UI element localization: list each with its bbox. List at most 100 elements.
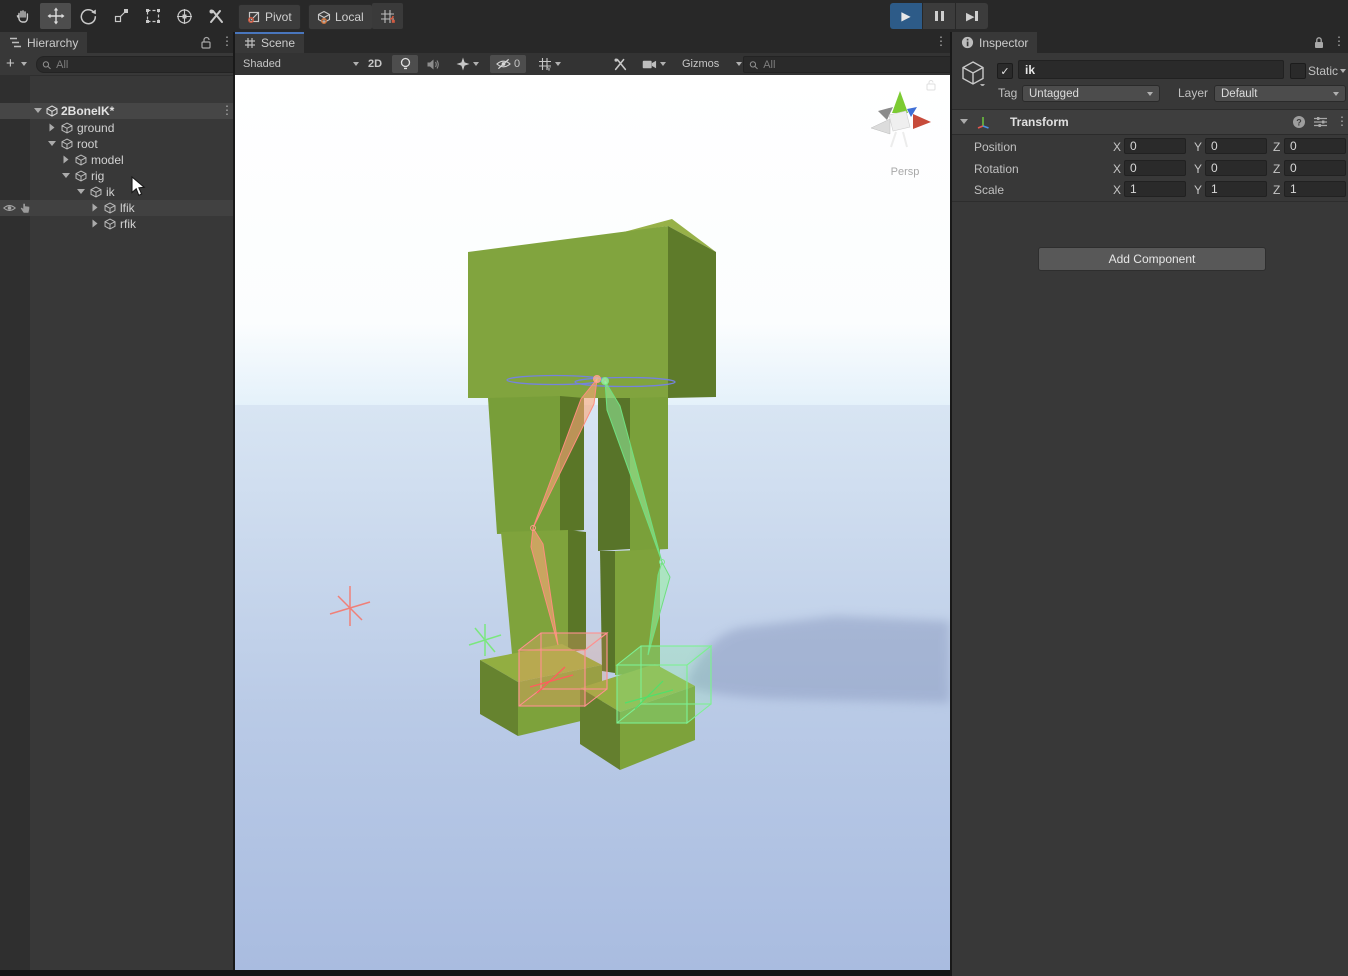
static-checkbox[interactable]: [1290, 63, 1306, 79]
foldout-icon[interactable]: [77, 189, 85, 194]
active-checkbox[interactable]: ✓: [997, 63, 1013, 79]
hierarchy-item-ik[interactable]: ik: [0, 184, 233, 200]
scene-tools-button[interactable]: [607, 55, 633, 73]
rect-tool-button[interactable]: [137, 3, 168, 29]
lock-icon[interactable]: [1313, 36, 1325, 49]
transform-tool-icon: [176, 8, 193, 25]
scene-search-field[interactable]: [743, 56, 955, 73]
hidden-objects-button[interactable]: 0: [490, 55, 526, 73]
transform-menu-button[interactable]: ⋮: [1336, 116, 1348, 126]
presets-icon[interactable]: [1314, 116, 1327, 128]
help-icon[interactable]: ?: [1292, 115, 1306, 129]
scene-camera-button[interactable]: [635, 55, 673, 73]
scale-x-field[interactable]: 1: [1124, 181, 1186, 197]
scene-viewport[interactable]: Persp: [235, 75, 950, 971]
transform-tool-button[interactable]: [169, 3, 200, 29]
tab-hierarchy[interactable]: Hierarchy: [0, 32, 87, 53]
hand-tool-icon: [15, 8, 31, 24]
position-z-field[interactable]: 0: [1284, 138, 1346, 154]
grid-snap-button[interactable]: [372, 3, 403, 29]
shading-mode-dropdown[interactable]: Shaded: [237, 55, 365, 73]
foldout-icon[interactable]: [48, 141, 56, 146]
projection-mode-label[interactable]: Persp: [891, 166, 920, 178]
rotation-x-field[interactable]: 0: [1124, 160, 1186, 176]
rect-tool-icon: [145, 8, 161, 24]
hierarchy-item-rig[interactable]: rig: [0, 168, 233, 184]
transform-icon: [976, 115, 990, 129]
active-tab-accent: [235, 32, 304, 34]
position-x-field[interactable]: 0: [1124, 138, 1186, 154]
foldout-icon[interactable]: [93, 220, 98, 228]
transform-foldout[interactable]: [960, 119, 968, 124]
tab-scene[interactable]: Scene: [235, 32, 304, 53]
gameobject-cube-icon[interactable]: [960, 60, 986, 86]
hierarchy-item-root[interactable]: root: [0, 136, 233, 152]
hierarchy-item-model[interactable]: model: [0, 152, 233, 168]
scene-menu-button[interactable]: ⋮: [935, 36, 947, 46]
gameobject-name-field[interactable]: [1018, 60, 1284, 79]
toggle-2d-button[interactable]: 2D: [362, 55, 388, 73]
hierarchy-item-lfik[interactable]: lfik: [0, 200, 233, 216]
pause-button[interactable]: [923, 3, 955, 29]
pivot-icon: [247, 10, 261, 24]
create-dropdown-caret[interactable]: [21, 62, 27, 66]
scene-search-input[interactable]: [761, 58, 949, 72]
axis-z-label: Z: [1273, 183, 1280, 197]
gameobject-icon: [75, 170, 87, 182]
hierarchy-search-input[interactable]: [54, 58, 234, 72]
scene-effects-button[interactable]: [448, 55, 486, 73]
foldout-icon[interactable]: [93, 204, 98, 212]
static-dropdown-caret[interactable]: [1340, 69, 1346, 73]
inspector-tab-label: Inspector: [979, 36, 1028, 50]
layer-value: Default: [1221, 88, 1257, 100]
scale-tool-icon: [113, 8, 129, 24]
move-tool-button[interactable]: [40, 3, 71, 29]
rotation-z-field[interactable]: 0: [1284, 160, 1346, 176]
visibility-eye-icon[interactable]: [3, 203, 16, 213]
gizmos-dropdown[interactable]: Gizmos: [677, 55, 747, 73]
step-icon: ▶: [966, 10, 978, 23]
local-toggle-button[interactable]: Local: [308, 4, 373, 30]
scene-menu-button[interactable]: ⋮: [221, 105, 233, 115]
scene-lighting-button[interactable]: [392, 55, 418, 73]
tag-label: Tag: [998, 86, 1017, 100]
scene-audio-button[interactable]: [420, 55, 446, 73]
item-label: ik: [106, 185, 115, 199]
play-button[interactable]: ▶: [890, 3, 922, 29]
inspector-menu-button[interactable]: ⋮: [1333, 36, 1345, 46]
hierarchy-menu-button[interactable]: ⋮: [221, 36, 233, 46]
tab-inspector[interactable]: Inspector: [952, 32, 1037, 53]
foldout-icon[interactable]: [64, 156, 69, 164]
hierarchy-scene-row[interactable]: 2BoneIK* ⋮: [0, 103, 233, 119]
chevron-down-icon: [473, 62, 479, 66]
component-divider: [952, 201, 1348, 202]
unlock-icon[interactable]: [200, 36, 212, 49]
pickability-hand-icon[interactable]: [19, 202, 31, 214]
grid-visibility-button[interactable]: y: [530, 55, 568, 73]
rotate-tool-button[interactable]: [73, 3, 104, 29]
gameobject-icon: [104, 202, 116, 214]
foldout-icon[interactable]: [50, 124, 55, 132]
scale-z-field[interactable]: 1: [1284, 181, 1346, 197]
scale-tool-button[interactable]: [105, 3, 136, 29]
hand-tool-button[interactable]: [7, 3, 38, 29]
tag-dropdown[interactable]: Untagged: [1022, 85, 1160, 102]
custom-tool-button[interactable]: [201, 3, 232, 29]
hierarchy-item-ground[interactable]: ground: [0, 120, 233, 136]
scene-foldout[interactable]: [34, 108, 42, 113]
add-component-button[interactable]: Add Component: [1038, 247, 1266, 271]
position-y-field[interactable]: 0: [1205, 138, 1267, 154]
transform-component-header[interactable]: Transform ? ⋮: [952, 109, 1348, 135]
rotation-y-field[interactable]: 0: [1205, 160, 1267, 176]
create-object-button[interactable]: +: [6, 55, 15, 72]
chevron-down-icon: [1333, 92, 1339, 96]
hierarchy-search-field[interactable]: [36, 56, 240, 73]
hierarchy-item-rfik[interactable]: rfik: [0, 216, 233, 232]
foldout-icon[interactable]: [62, 173, 70, 178]
main-toolbar: Pivot Local ▶ ▶: [0, 0, 1348, 33]
step-button[interactable]: ▶: [956, 3, 988, 29]
eye-slash-icon: [496, 58, 511, 70]
pivot-toggle-button[interactable]: Pivot: [238, 4, 301, 30]
scale-y-field[interactable]: 1: [1205, 181, 1267, 197]
layer-dropdown[interactable]: Default: [1214, 85, 1346, 102]
